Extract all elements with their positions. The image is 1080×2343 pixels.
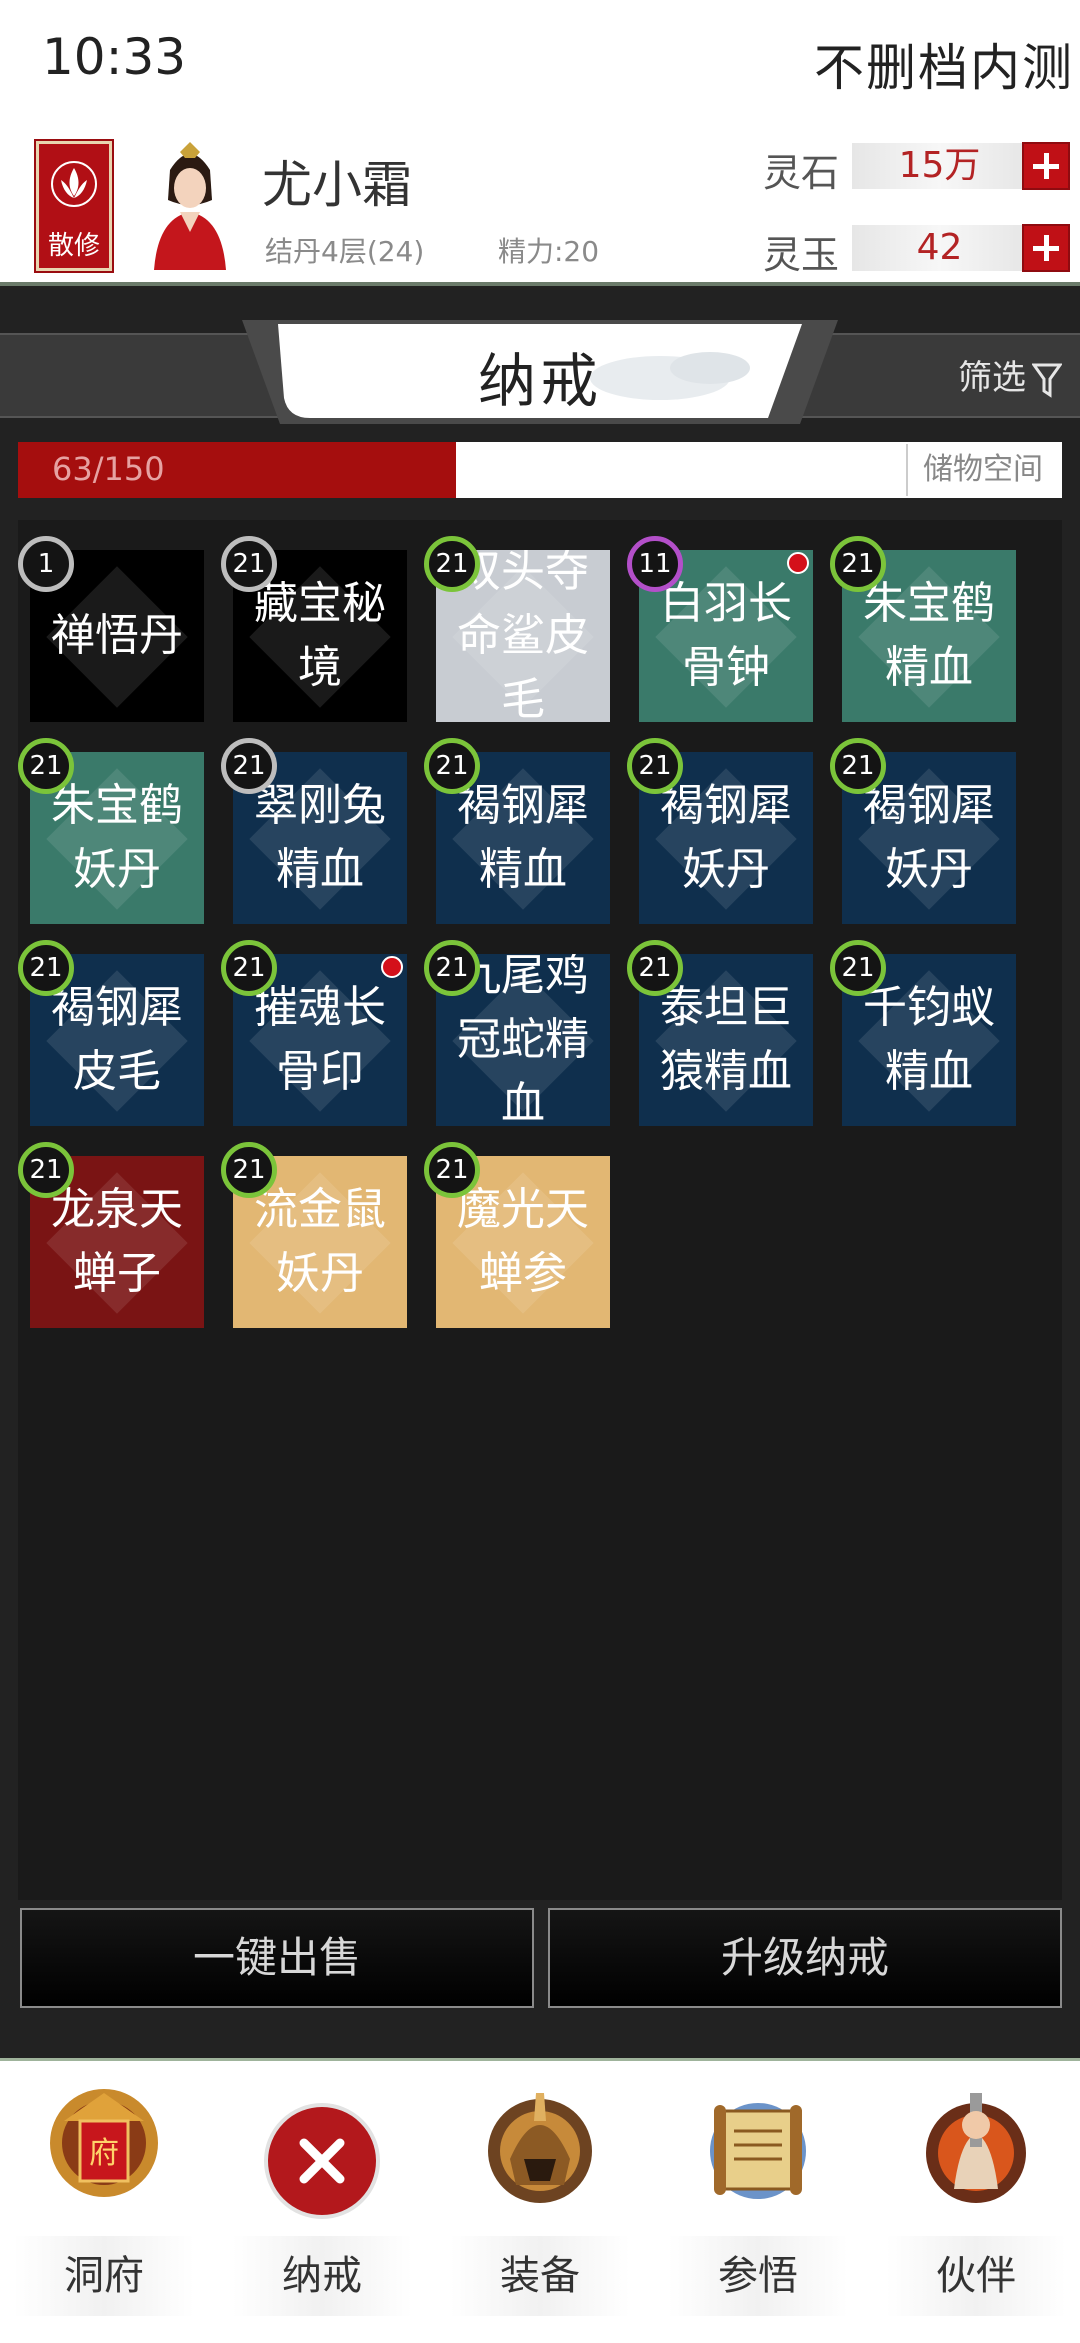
- scroll-icon: [710, 2103, 806, 2199]
- nav-partner[interactable]: 伙伴: [886, 2061, 1066, 2343]
- spirit-stone-value: 15万: [852, 143, 1027, 189]
- new-item-dot: [381, 956, 403, 978]
- filter-button[interactable]: 筛选: [958, 350, 1063, 399]
- item-level-badge: 11: [627, 536, 683, 592]
- nav-cave-mansion-label: 洞府: [14, 2236, 194, 2316]
- add-spirit-stone-button[interactable]: [1022, 142, 1070, 190]
- avatar[interactable]: [140, 140, 240, 270]
- helmet-icon: [488, 2093, 592, 2203]
- item-level-badge: 21: [424, 738, 480, 794]
- partner-icon: [926, 2093, 1026, 2203]
- nav-comprehend-label: 参悟: [668, 2236, 848, 2316]
- item-level-badge: 21: [18, 738, 74, 794]
- sell-all-button[interactable]: 一键出售: [20, 1908, 534, 2008]
- filter-label: 筛选: [958, 358, 1026, 398]
- item-grid: 禅悟丹 1 藏宝秘境 21 双头夺命鲨皮毛 21 白羽长骨钟 11 朱宝鹤精血 21 朱宝鹤妖丹 21…: [18, 520, 1062, 1900]
- status-bar: 10:33 不删档内测: [0, 0, 1080, 125]
- item-level-badge: 21: [424, 536, 480, 592]
- capacity-bar: 63/150 储物空间: [18, 442, 1062, 498]
- item-level-badge: 21: [221, 536, 277, 592]
- nav-comprehend[interactable]: 参悟: [668, 2061, 848, 2343]
- nav-equipment[interactable]: 装备: [450, 2061, 630, 2343]
- sect-badge[interactable]: 散修: [34, 139, 114, 273]
- storage-space-button[interactable]: 储物空间: [906, 444, 1058, 496]
- nav-cave-mansion[interactable]: 府 洞府: [14, 2061, 194, 2343]
- nav-partner-label: 伙伴: [886, 2236, 1066, 2316]
- sect-label: 散修: [47, 231, 100, 261]
- lotus-icon: [51, 161, 97, 207]
- item-level-badge: 21: [830, 738, 886, 794]
- item-level-badge: 21: [830, 940, 886, 996]
- player-name: 尤小霜: [262, 156, 412, 214]
- svg-text:府: 府: [89, 2136, 119, 2171]
- item-level-badge: 21: [221, 940, 277, 996]
- item-level-badge: 21: [627, 940, 683, 996]
- status-time: 10:33: [42, 28, 187, 86]
- spirit-stone-label: 灵石: [763, 151, 840, 195]
- add-spirit-jade-button[interactable]: [1022, 224, 1070, 272]
- spirit-jade-label: 灵玉: [763, 233, 840, 277]
- player-level: 结丹4层(24): [265, 235, 425, 268]
- upgrade-ring-button[interactable]: 升级纳戒: [548, 1908, 1062, 2008]
- close-icon: [264, 2103, 380, 2219]
- player-energy: 精力:20: [498, 235, 600, 268]
- item-level-badge: 21: [18, 940, 74, 996]
- item-level-badge: 21: [221, 738, 277, 794]
- bottom-nav: 府 洞府 纳戒 装备 参悟 伙伴: [0, 2058, 1080, 2340]
- player-header: 散修 尤小霜 结丹4层(24) 精力:20 灵石 15万 灵玉 42: [0, 125, 1080, 285]
- item-level-badge: 21: [627, 738, 683, 794]
- spirit-jade-value: 42: [852, 225, 1027, 271]
- item-level-badge: 1: [18, 536, 74, 592]
- capacity-text: 63/150: [52, 450, 165, 488]
- item-level-badge: 21: [18, 1142, 74, 1198]
- new-item-dot: [787, 552, 809, 574]
- nav-equipment-label: 装备: [450, 2236, 630, 2316]
- funnel-icon: [1031, 363, 1063, 398]
- tab-ring[interactable]: 纳戒: [240, 318, 840, 426]
- item-level-badge: 21: [221, 1142, 277, 1198]
- cave-mansion-icon: 府: [50, 2089, 158, 2197]
- tab-ring-label: 纳戒: [477, 347, 602, 415]
- nav-ring[interactable]: 纳戒: [232, 2061, 412, 2343]
- nav-ring-label: 纳戒: [232, 2236, 412, 2316]
- server-title: 不删档内测: [814, 39, 1074, 97]
- item-level-badge: 21: [830, 536, 886, 592]
- item-level-badge: 21: [424, 940, 480, 996]
- item-level-badge: 21: [424, 1142, 480, 1198]
